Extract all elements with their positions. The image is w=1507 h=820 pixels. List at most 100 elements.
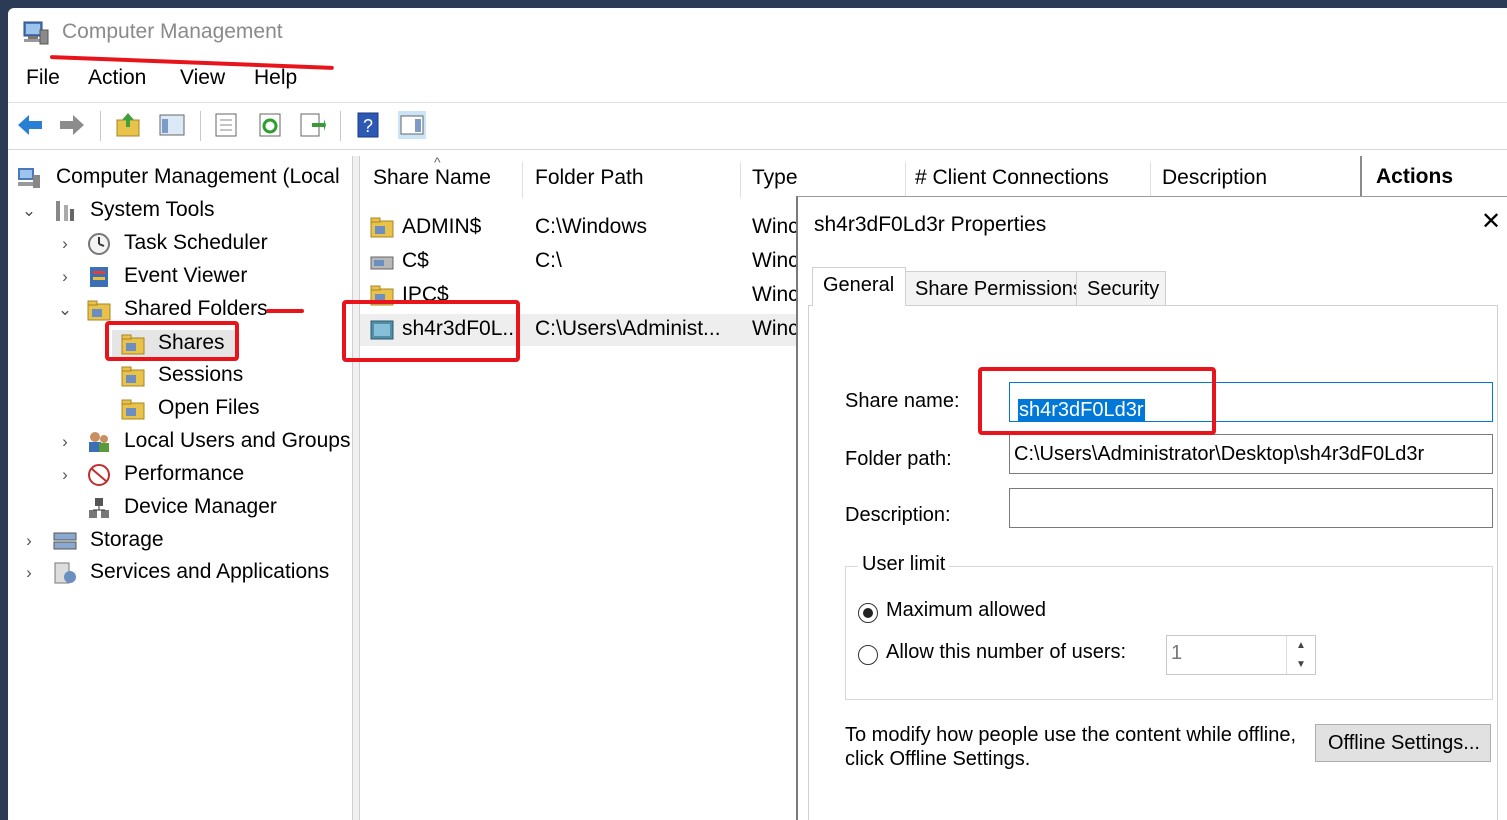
folder-path-cell: C:\Windows [535, 215, 648, 238]
menu-action[interactable]: Action [88, 66, 146, 90]
table-row[interactable]: ADMIN$ C:\Windows Winc [360, 212, 800, 244]
tree-item-shares[interactable]: Shares [112, 330, 238, 360]
network-share-icon [370, 320, 394, 340]
column-header-description[interactable]: Description [1162, 166, 1267, 190]
tab-general[interactable]: General [812, 267, 906, 306]
user-count-value: 1 [1171, 642, 1183, 664]
type-cell: Winc [752, 215, 799, 238]
tab-share-permissions[interactable]: Share Permissions [904, 271, 1083, 306]
tab-security[interactable]: Security [1076, 271, 1166, 306]
column-header-type[interactable]: Type [752, 166, 798, 190]
services-icon [54, 562, 76, 584]
column-header-folder-path[interactable]: Folder Path [535, 166, 644, 190]
computer-management-icon [18, 168, 40, 188]
spin-down-icon[interactable]: ▼ [1287, 655, 1315, 674]
general-tab-panel: Share name: sh4r3dF0Ld3r Folder path: C:… [808, 305, 1498, 820]
computer-management-window: Computer Management File Action View Hel… [8, 8, 1507, 820]
toolbar-separator [100, 111, 101, 141]
share-name-cell: ADMIN$ [402, 215, 482, 238]
toolbar-separator [340, 111, 341, 141]
properties-icon[interactable] [212, 111, 240, 139]
share-name-cell: sh4r3dF0L... [402, 317, 520, 340]
close-icon[interactable]: ✕ [1473, 207, 1507, 239]
column-separator[interactable] [1150, 162, 1151, 198]
user-limit-label: User limit [858, 553, 950, 576]
drive-share-icon [370, 256, 394, 270]
chevron-right-icon[interactable]: › [20, 563, 38, 583]
forward-arrow-icon[interactable] [58, 111, 86, 139]
title-bar: Computer Management [8, 8, 1507, 60]
allow-number-radio[interactable] [858, 645, 878, 665]
share-name-value: sh4r3dF0Ld3r [1018, 399, 1145, 422]
sort-ascending-icon: ^ [434, 154, 441, 170]
export-list-icon[interactable] [298, 111, 326, 139]
chevron-down-icon[interactable]: ⌄ [56, 300, 74, 320]
up-folder-icon[interactable] [114, 111, 142, 139]
show-hide-action-pane-icon[interactable] [398, 111, 426, 139]
table-row[interactable]: C$ C:\ Winc [360, 246, 800, 278]
menu-help[interactable]: Help [254, 66, 297, 90]
column-separator[interactable] [905, 162, 906, 198]
share-folder-icon [370, 285, 394, 306]
help-icon[interactable]: ? [354, 111, 382, 139]
chevron-right-icon[interactable]: › [56, 432, 74, 452]
toolbar: ? [8, 102, 1507, 150]
console-tree: Computer Management (Local ⌄ System Tool… [8, 156, 352, 820]
storage-icon [53, 532, 77, 550]
folder-path-cell: C:\ [535, 249, 562, 272]
open-files-folder-icon [121, 399, 145, 420]
allow-number-label: Allow this number of users: [886, 641, 1127, 663]
window-title: Computer Management [62, 20, 283, 43]
user-limit-group: User limit Maximum allowed Allow this nu… [845, 553, 1493, 700]
column-separator[interactable] [522, 162, 523, 198]
dialog-title: sh4r3dF0Ld3r Properties [814, 213, 1047, 236]
menu-file[interactable]: File [26, 66, 60, 90]
offline-settings-button[interactable]: Offline Settings... [1315, 724, 1491, 762]
folder-path-value: C:\Users\Administrator\Desktop\sh4r3dF0L… [1014, 443, 1425, 465]
toolbar-separator [200, 111, 201, 141]
actions-header: Actions [1376, 165, 1454, 188]
chevron-right-icon[interactable]: › [56, 267, 74, 287]
annotation-underline [266, 309, 304, 313]
offline-info-line-2: click Offline Settings. [845, 748, 1031, 770]
description-field[interactable] [1009, 488, 1493, 528]
show-hide-tree-icon[interactable] [158, 111, 186, 139]
performance-icon [88, 464, 110, 486]
system-tools-icon [56, 201, 74, 221]
table-row-selected[interactable]: sh4r3dF0L... C:\Users\Administ... Winc [360, 314, 800, 346]
offline-info-line-1: To modify how people use the content whi… [845, 724, 1297, 746]
share-name-field[interactable]: sh4r3dF0Ld3r [1009, 382, 1493, 422]
back-arrow-icon[interactable] [16, 111, 44, 139]
menu-bar: File Action View Help [8, 66, 1507, 96]
sessions-folder-icon [121, 366, 145, 387]
chevron-down-icon[interactable]: ⌄ [20, 201, 38, 221]
folder-path-label: Folder path: [845, 448, 952, 470]
column-header-share-name[interactable]: Share Name [373, 166, 491, 190]
column-separator[interactable] [740, 162, 741, 198]
table-row[interactable]: IPC$ Winc [360, 280, 800, 312]
maximum-allowed-radio[interactable] [858, 603, 878, 623]
type-cell: Winc [752, 249, 799, 272]
spin-up-icon[interactable]: ▲ [1287, 636, 1315, 655]
computer-management-icon [23, 21, 49, 45]
refresh-icon[interactable] [256, 111, 284, 139]
share-folder-icon [370, 217, 394, 238]
user-count-stepper[interactable]: 1 ▲ ▼ [1166, 635, 1316, 675]
event-viewer-icon [90, 267, 108, 287]
chevron-right-icon[interactable]: › [56, 234, 74, 254]
pane-splitter[interactable] [352, 156, 360, 820]
folder-path-cell: C:\Users\Administ... [535, 317, 721, 340]
svg-text:?: ? [363, 116, 373, 136]
share-name-cell: C$ [402, 249, 429, 272]
menu-view[interactable]: View [180, 66, 225, 90]
clock-icon [88, 233, 110, 255]
chevron-right-icon[interactable]: › [20, 531, 38, 551]
folder-path-field[interactable]: C:\Users\Administrator\Desktop\sh4r3dF0L… [1009, 434, 1493, 474]
chevron-right-icon[interactable]: › [56, 465, 74, 485]
maximum-allowed-label: Maximum allowed [886, 599, 1047, 621]
device-manager-icon [89, 498, 109, 518]
column-header-client-connections[interactable]: # Client Connections [915, 166, 1109, 190]
properties-dialog: sh4r3dF0Ld3r Properties ✕ General Share … [796, 196, 1507, 820]
type-cell: Winc [752, 283, 799, 306]
users-icon [89, 432, 109, 452]
